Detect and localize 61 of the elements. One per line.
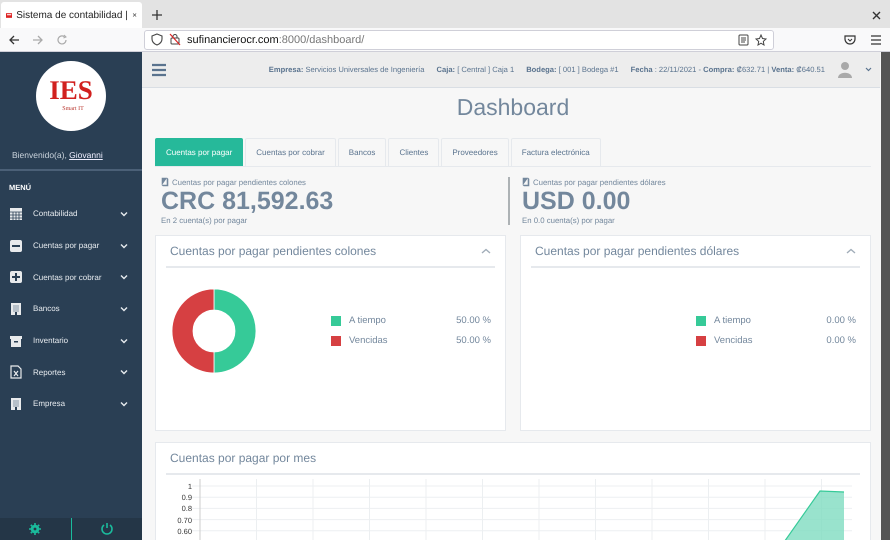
stat-value: USD 0.00 (522, 188, 632, 215)
caret-icon[interactable] (865, 67, 872, 72)
minus-square-icon (9, 238, 23, 253)
legend-label: A tiempo (349, 315, 386, 326)
book-icon (522, 177, 530, 187)
chevron-down-icon (120, 306, 128, 312)
calculator-icon (9, 206, 23, 221)
tab[interactable]: Bancos (338, 138, 386, 166)
welcome-text: Bienvenido(a), Giovanni (0, 132, 142, 171)
star-icon[interactable] (755, 34, 767, 46)
address-bar[interactable]: sufinancierocr.com:8000/dashboard/ (144, 30, 774, 50)
legend-value: 50.00 % (456, 315, 491, 326)
plus-square-icon (9, 270, 23, 284)
card-title: Cuentas por pagar por mes (170, 451, 318, 465)
legend-value: 0.00 % (826, 315, 856, 326)
card-title: Cuentas por pagar pendientes dólares (535, 244, 740, 258)
menu-item[interactable]: Contabilidad (0, 198, 142, 230)
legend-label: Vencidas (349, 335, 388, 346)
user-link[interactable]: Giovanni (69, 150, 103, 160)
menu-item[interactable]: Inventario (0, 324, 142, 356)
chevron-down-icon (120, 274, 128, 280)
new-tab-icon[interactable] (151, 9, 163, 21)
chevron-down-icon (120, 242, 128, 249)
book-icon (161, 177, 169, 187)
card-title: Cuentas por pagar pendientes colones (170, 244, 378, 258)
tab[interactable]: Cuentas por cobrar (245, 138, 336, 166)
spreadsheet-file-icon (9, 365, 23, 380)
chevron-down-icon (120, 338, 128, 344)
menu-item[interactable]: Cuentas por pagar (0, 230, 142, 262)
stat-value: CRC 81,592.63 (161, 188, 334, 215)
chevron-down-icon (120, 210, 128, 217)
close-icon[interactable] (871, 10, 882, 21)
pocket-icon[interactable] (844, 34, 856, 44)
menu-item[interactable]: Reportes (0, 356, 142, 388)
building-icon (9, 396, 23, 411)
tab[interactable]: Factura electrónica (510, 138, 601, 166)
chevron-down-icon (120, 400, 128, 407)
legend-value: 0.00 % (826, 335, 856, 346)
browser-tab[interactable]: Sistema de contabilidad | (1, 2, 142, 28)
menu-item[interactable]: Bancos (0, 293, 142, 325)
reader-icon[interactable] (738, 34, 749, 46)
tab[interactable]: Proveedores (441, 138, 509, 166)
back-icon[interactable] (8, 34, 20, 46)
legend-label: Vencidas (714, 335, 753, 346)
menu-item[interactable]: Cuentas por cobrar (0, 261, 142, 294)
power-icon[interactable] (100, 522, 114, 536)
tab[interactable]: Clientes (388, 138, 440, 166)
shield-icon (151, 33, 163, 46)
building-icon (9, 302, 23, 316)
legend-value: 50.00 % (456, 335, 491, 346)
lock-icon (169, 33, 181, 46)
menu-item[interactable]: Empresa (0, 388, 142, 420)
page-title: Dashboard (456, 93, 570, 122)
close-icon[interactable] (132, 10, 137, 20)
menu-icon[interactable] (870, 34, 882, 46)
url-text: sufinancierocr.com:8000/dashboard/ (187, 34, 364, 46)
archive-box-icon (9, 334, 23, 348)
scrollbar-thumb[interactable] (881, 52, 890, 540)
chevron-down-icon (120, 369, 128, 376)
legend-label: A tiempo (714, 315, 751, 326)
settings-icon[interactable] (29, 523, 42, 535)
